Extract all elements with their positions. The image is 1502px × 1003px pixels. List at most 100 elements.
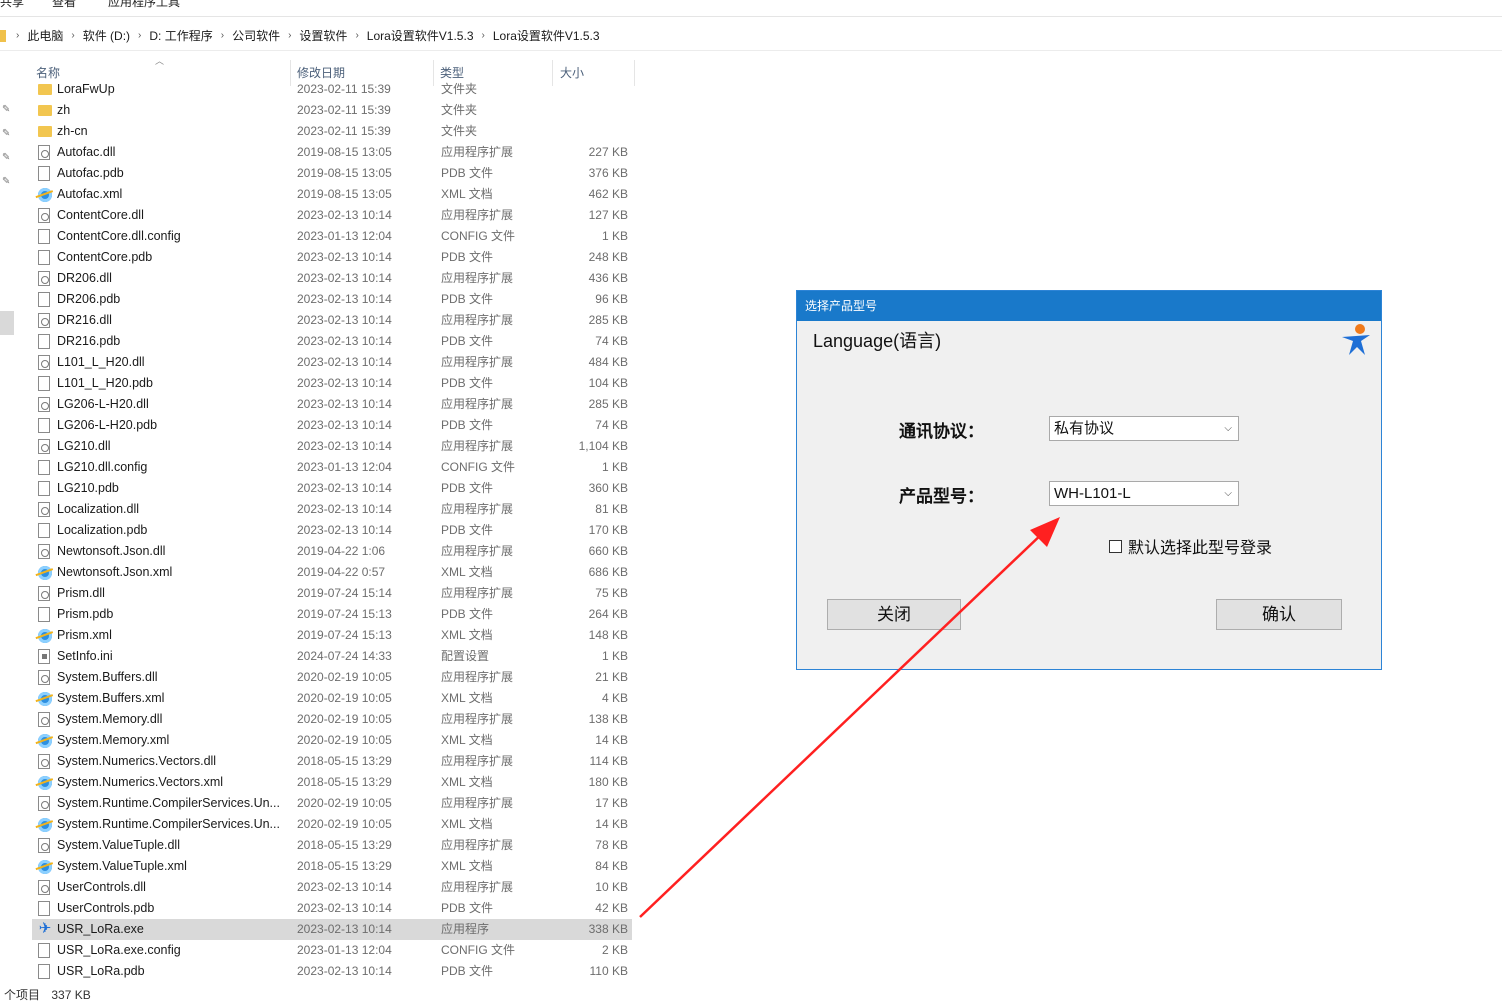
file-row[interactable]: DR216.pdb 2023-02-13 10:14 PDB 文件 74 KB <box>32 331 632 352</box>
ribbon-tab-app-tools[interactable]: 应用程序工具 <box>108 0 180 10</box>
file-row[interactable]: LG206-L-H20.dll 2023-02-13 10:14 应用程序扩展 285… <box>32 394 632 415</box>
file-row[interactable]: UserControls.pdb 2023-02-13 10:14 PDB 文件 42… <box>32 898 632 919</box>
ribbon-tab-view[interactable]: 查看 <box>52 0 76 10</box>
ribbon-tab-share[interactable]: 共享 <box>0 0 24 10</box>
breadcrumb-company-software[interactable]: 公司软件 <box>228 27 284 44</box>
file-type: 应用程序扩展 <box>441 502 514 516</box>
file-row[interactable]: Autofac.dll 2019-08-15 13:05 应用程序扩展 227 KB <box>32 142 632 163</box>
file-name: DR206.dll <box>57 271 112 285</box>
pin-icon[interactable]: ✎ <box>2 176 10 187</box>
file-row[interactable]: L101_L_H20.dll 2023-02-13 10:14 应用程序扩展 484 … <box>32 352 632 373</box>
file-row[interactable]: LG206-L-H20.pdb 2023-02-13 10:14 PDB 文件 74 … <box>32 415 632 436</box>
chevron-down-icon[interactable]: ⌵ <box>1224 417 1232 440</box>
pin-icon[interactable]: ✎ <box>2 152 10 163</box>
file-row[interactable]: DR206.pdb 2023-02-13 10:14 PDB 文件 96 KB <box>32 289 632 310</box>
file-row[interactable]: zh-cn 2023-02-11 15:39 文件夹 <box>32 121 632 142</box>
dll-icon <box>38 208 50 223</box>
file-row[interactable]: USR_LoRa.exe.config 2023-01-13 12:04 CONFI… <box>32 940 632 961</box>
file-row[interactable]: System.Numerics.Vectors.dll 2018-05-15 13… <box>32 751 632 772</box>
file-row[interactable]: System.ValueTuple.dll 2018-05-15 13:29 应用程… <box>32 835 632 856</box>
file-name: ContentCore.dll <box>57 208 144 222</box>
chevron-right-icon[interactable]: › <box>478 30 489 41</box>
model-select[interactable]: WH-L101-L ⌵ <box>1049 481 1239 506</box>
pin-icon[interactable]: ✎ <box>2 128 10 139</box>
dll-icon <box>38 754 50 769</box>
chevron-right-icon[interactable]: › <box>284 30 295 41</box>
navigation-pane[interactable]: ✎ ✎ ✎ ✎ <box>0 52 18 992</box>
file-row[interactable]: Localization.pdb 2023-02-13 10:14 PDB 文件 17… <box>32 520 632 541</box>
file-row[interactable]: System.ValueTuple.xml 2018-05-15 13:29 XML… <box>32 856 632 877</box>
file-row[interactable]: LG210.pdb 2023-02-13 10:14 PDB 文件 360 KB <box>32 478 632 499</box>
file-row[interactable]: LoraFwUp 2023-02-11 15:39 文件夹 <box>32 79 632 100</box>
dll-icon <box>38 586 50 601</box>
file-row[interactable]: Autofac.xml 2019-08-15 13:05 XML 文档 462 KB <box>32 184 632 205</box>
file-row[interactable]: ContentCore.pdb 2023-02-13 10:14 PDB 文件 248… <box>32 247 632 268</box>
file-row[interactable]: Autofac.pdb 2019-08-15 13:05 PDB 文件 376 KB <box>32 163 632 184</box>
file-row[interactable]: Newtonsoft.Json.dll 2019-04-22 1:06 应用程序扩展… <box>32 541 632 562</box>
file-row[interactable]: Prism.dll 2019-07-24 15:14 应用程序扩展 75 KB <box>32 583 632 604</box>
file-date: 2018-05-15 13:29 <box>297 775 392 789</box>
default-model-checkbox[interactable]: 默认选择此型号登录 <box>1109 534 1272 558</box>
file-row[interactable]: Prism.xml 2019-07-24 15:13 XML 文档 148 KB <box>32 625 632 646</box>
chevron-right-icon[interactable]: › <box>12 30 23 41</box>
file-row[interactable]: System.Runtime.CompilerServices.Un... 202… <box>32 793 632 814</box>
file-size: 81 KB <box>595 502 628 516</box>
file-row[interactable]: System.Memory.dll 2020-02-19 10:05 应用程序扩展 1… <box>32 709 632 730</box>
file-row[interactable]: System.Buffers.xml 2020-02-19 10:05 XML 文档… <box>32 688 632 709</box>
breadcrumb-drive-d[interactable]: 软件 (D:) <box>79 27 134 44</box>
confirm-button[interactable]: 确认 <box>1216 599 1342 630</box>
protocol-select[interactable]: 私有协议 ⌵ <box>1049 416 1239 441</box>
file-row[interactable]: System.Buffers.dll 2020-02-19 10:05 应用程序扩展… <box>32 667 632 688</box>
checkbox-box[interactable] <box>1109 539 1122 553</box>
file-row[interactable]: Prism.pdb 2019-07-24 15:13 PDB 文件 264 KB <box>32 604 632 625</box>
chevron-down-icon[interactable]: ⌵ <box>1224 482 1232 505</box>
file-row[interactable]: Localization.dll 2023-02-13 10:14 应用程序扩展 81… <box>32 499 632 520</box>
file-row[interactable]: DR206.dll 2023-02-13 10:14 应用程序扩展 436 KB <box>32 268 632 289</box>
file-row[interactable]: DR216.dll 2023-02-13 10:14 应用程序扩展 285 KB <box>32 310 632 331</box>
chevron-right-icon[interactable]: › <box>134 30 145 41</box>
status-bar: 个项目 337 KB <box>4 986 99 1003</box>
file-date: 2019-07-24 15:14 <box>297 586 392 600</box>
breadcrumb-lora-parent[interactable]: Lora设置软件V1.5.3 <box>363 27 478 44</box>
file-row[interactable]: ContentCore.dll.config 2023-01-13 12:04 CO… <box>32 226 632 247</box>
file-date: 2023-02-11 15:39 <box>297 82 391 96</box>
file-row[interactable]: ✈ USR_LoRa.exe 2023-02-13 10:14 应用程序 338 KB <box>32 919 632 940</box>
nav-selected-item[interactable] <box>0 311 14 335</box>
file-row[interactable]: LG210.dll.config 2023-01-13 12:04 CONFIG 文… <box>32 457 632 478</box>
default-model-checkbox-label[interactable]: 默认选择此型号登录 <box>1128 534 1272 558</box>
file-type: 文件夹 <box>441 124 478 138</box>
file-icon <box>38 334 50 349</box>
file-date: 2023-02-13 10:14 <box>297 208 392 222</box>
close-button[interactable]: 关闭 <box>827 599 961 630</box>
file-list: LoraFwUp 2023-02-11 15:39 文件夹 zh 2023-02-11 … <box>32 79 632 982</box>
breadcrumb-lora-current[interactable]: Lora设置软件V1.5.3 <box>489 27 604 44</box>
file-row[interactable]: zh 2023-02-11 15:39 文件夹 <box>32 100 632 121</box>
chevron-right-icon[interactable]: › <box>217 30 228 41</box>
file-icon <box>38 292 50 307</box>
file-date: 2023-01-13 12:04 <box>297 460 392 474</box>
pin-icon[interactable]: ✎ <box>2 104 10 115</box>
breadcrumb-this-pc[interactable]: 此电脑 <box>23 27 67 44</box>
file-type: PDB 文件 <box>441 334 494 348</box>
language-link[interactable]: Language(语言) <box>813 327 941 353</box>
xml-icon <box>38 776 52 790</box>
folder-icon <box>38 84 52 95</box>
file-row[interactable]: ContentCore.dll 2023-02-13 10:14 应用程序扩展 127… <box>32 205 632 226</box>
chevron-right-icon[interactable]: › <box>351 30 362 41</box>
file-row[interactable]: SetInfo.ini 2024-07-24 14:33 配置设置 1 KB <box>32 646 632 667</box>
address-bar[interactable]: › 此电脑 › 软件 (D:) › D: 工作程序 › 公司软件 › 设置软件 … <box>0 20 1502 51</box>
file-name: zh <box>57 103 71 117</box>
file-row[interactable]: Newtonsoft.Json.xml 2019-04-22 0:57 XML 文档… <box>32 562 632 583</box>
file-row[interactable]: L101_L_H20.pdb 2023-02-13 10:14 PDB 文件 104 … <box>32 373 632 394</box>
file-type: PDB 文件 <box>441 481 494 495</box>
file-row[interactable]: System.Memory.xml 2020-02-19 10:05 XML 文档 1… <box>32 730 632 751</box>
file-date: 2023-02-13 10:14 <box>297 250 392 264</box>
file-row[interactable]: System.Numerics.Vectors.xml 2018-05-15 13… <box>32 772 632 793</box>
file-row[interactable]: System.Runtime.CompilerServices.Un... 202… <box>32 814 632 835</box>
chevron-right-icon[interactable]: › <box>67 30 78 41</box>
file-row[interactable]: UserControls.dll 2023-02-13 10:14 应用程序扩展 10… <box>32 877 632 898</box>
breadcrumb-settings-software[interactable]: 设置软件 <box>295 27 351 44</box>
breadcrumb-work-programs[interactable]: D: 工作程序 <box>145 27 216 44</box>
file-row[interactable]: LG210.dll 2023-02-13 10:14 应用程序扩展 1,104 KB <box>32 436 632 457</box>
file-row[interactable]: USR_LoRa.pdb 2023-02-13 10:14 PDB 文件 110 KB <box>32 961 632 982</box>
